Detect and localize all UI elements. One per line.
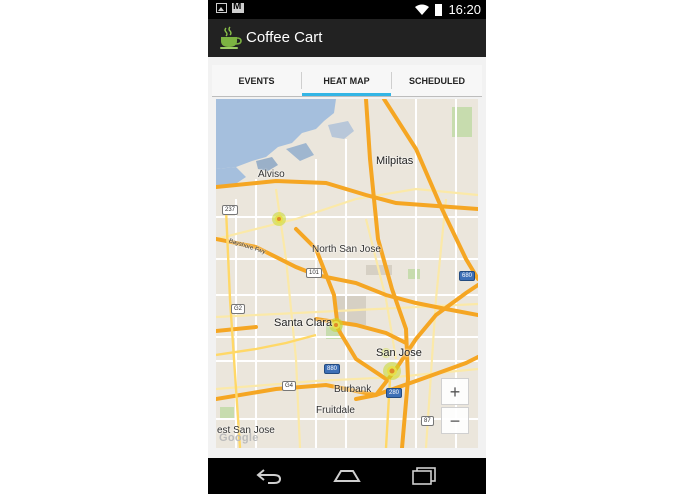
tab-events[interactable]: EVENTS <box>212 65 301 96</box>
home-icon <box>333 470 361 482</box>
image-notification-icon <box>216 3 227 13</box>
battery-icon <box>435 3 443 16</box>
zoom-controls: + − <box>441 378 469 434</box>
route-shield-237: 237 <box>222 205 239 215</box>
action-bar: Coffee Cart <box>208 19 486 57</box>
route-shield-101: 101 <box>306 268 323 278</box>
status-clock: 16:20 <box>448 2 481 17</box>
back-button[interactable] <box>250 464 290 488</box>
map-canvas[interactable] <box>216 99 478 448</box>
map-label-burbank: Burbank <box>334 384 372 395</box>
app-title: Coffee Cart <box>246 29 323 46</box>
wifi-icon <box>415 4 430 15</box>
route-shield-680: 680 <box>459 271 476 281</box>
coffee-cup-icon[interactable] <box>218 26 242 50</box>
status-bar: 16:20 <box>208 0 486 19</box>
phone-screen: 16:20 Coffee Cart EVENTS HEAT MAP SCHEDU… <box>208 0 486 494</box>
route-shield-g2: G2 <box>231 304 246 314</box>
map-label-milpitas: Milpitas <box>376 155 414 167</box>
map-label-north-san-jose: North San Jose <box>312 244 381 255</box>
recent-apps-button[interactable] <box>404 464 444 488</box>
recent-apps-icon <box>412 467 436 485</box>
tab-bar: EVENTS HEAT MAP SCHEDULED <box>212 65 482 97</box>
map-label-santa-clara: Santa Clara <box>274 317 333 329</box>
map-label-san-jose: San Jose <box>376 347 422 359</box>
route-shield-g4: G4 <box>282 381 297 391</box>
back-icon <box>256 469 282 484</box>
gmail-notification-icon <box>232 1 244 13</box>
map-label-fruitdale: Fruitdale <box>316 405 355 416</box>
zoom-in-button[interactable]: + <box>441 378 469 405</box>
route-shield-280: 280 <box>386 388 403 398</box>
tab-heat-map[interactable]: HEAT MAP <box>302 65 391 96</box>
google-logo: Google <box>219 432 259 444</box>
home-button[interactable] <box>327 464 367 488</box>
heat-map-view[interactable]: Milpitas Alviso North San Jose Santa Cla… <box>216 99 478 448</box>
map-label-alviso: Alviso <box>258 169 285 180</box>
navigation-bar <box>208 458 486 494</box>
route-shield-87: 87 <box>421 416 434 426</box>
route-shield-880: 880 <box>324 364 341 374</box>
tab-scheduled[interactable]: SCHEDULED <box>392 65 482 96</box>
zoom-out-button[interactable]: − <box>441 407 469 434</box>
